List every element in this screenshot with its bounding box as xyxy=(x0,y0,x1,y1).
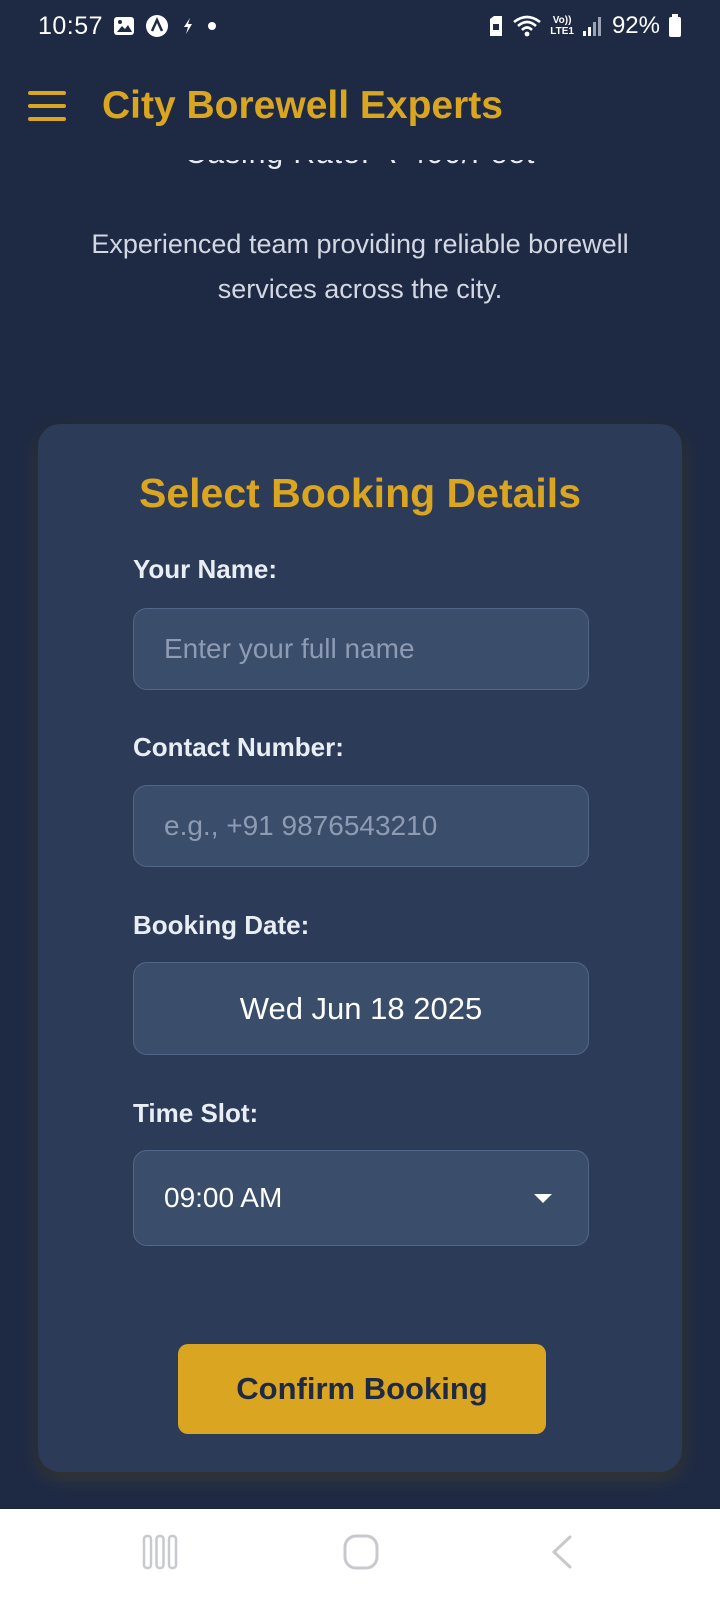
home-icon[interactable] xyxy=(342,1533,380,1571)
wifi-icon xyxy=(512,14,542,38)
signal-icon xyxy=(582,15,604,37)
date-input[interactable]: Wed Jun 18 2025 xyxy=(133,962,589,1055)
time-slot-label: Time Slot: xyxy=(133,1098,259,1128)
booking-card: Select Booking Details Your Name: Enter … xyxy=(38,424,682,1472)
system-nav-bar xyxy=(0,1509,720,1600)
intro-description: Experienced team providing reliable bore… xyxy=(91,229,629,304)
time-slot-select[interactable]: 09:00 AM xyxy=(133,1150,589,1246)
status-left: 10:57 xyxy=(38,12,217,41)
contact-label: Contact Number: xyxy=(133,732,344,762)
back-icon[interactable] xyxy=(548,1533,576,1571)
sim-icon xyxy=(488,15,504,37)
time-slot-value: 09:00 AM xyxy=(164,1182,283,1213)
contact-input[interactable]: e.g., +91 9876543210 xyxy=(133,785,589,867)
confirm-booking-button[interactable]: Confirm Booking xyxy=(178,1344,546,1434)
app-title: City Borewell Experts xyxy=(102,84,503,127)
app-header: City Borewell Experts xyxy=(0,52,720,160)
flash-icon xyxy=(179,16,197,36)
name-input[interactable]: Enter your full name xyxy=(133,608,589,690)
date-label: Booking Date: xyxy=(133,910,310,940)
status-time: 10:57 xyxy=(38,11,104,40)
volte-label: Vo)) xyxy=(552,15,572,26)
app-screen: 10:57 Vo)) LTE1 92% City Borewell Expert… xyxy=(0,0,720,1600)
lte-label: LTE1 xyxy=(550,26,574,37)
gallery-icon xyxy=(113,15,135,37)
menu-icon[interactable] xyxy=(28,91,66,121)
name-label: Your Name: xyxy=(133,554,277,584)
status-right: Vo)) LTE1 92% xyxy=(488,12,682,40)
app-icon xyxy=(145,14,169,38)
volte-icon: Vo)) LTE1 xyxy=(550,15,574,37)
chevron-down-icon xyxy=(534,1194,552,1203)
status-bar: 10:57 Vo)) LTE1 92% xyxy=(0,0,720,52)
dot-icon xyxy=(207,21,217,31)
recent-apps-icon[interactable] xyxy=(142,1533,178,1571)
booking-title: Select Booking Details xyxy=(138,470,581,516)
battery-icon xyxy=(668,14,682,38)
battery-level: 92% xyxy=(611,12,660,39)
